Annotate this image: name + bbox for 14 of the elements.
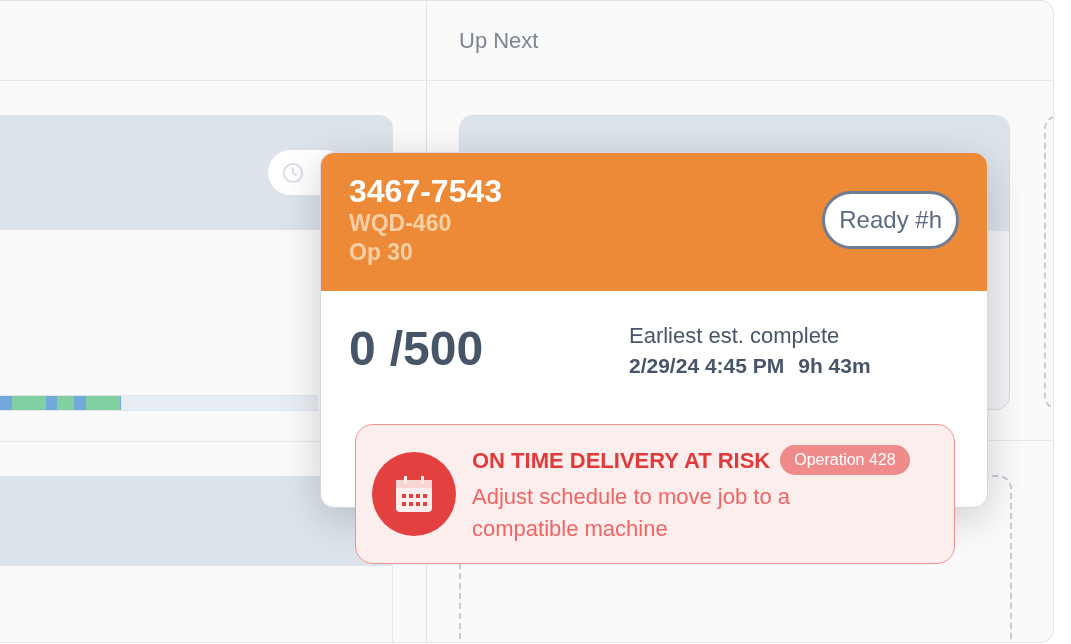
status-badge: Ready #h (822, 191, 959, 249)
quantity-done: 0 (349, 321, 376, 377)
estimate-date: 2/29/24 4:45 PM (629, 353, 785, 379)
part-number: WQD-460 (349, 209, 453, 238)
operation-tag: Operation 428 (780, 445, 910, 475)
column-title: Up Next (459, 27, 539, 55)
quantity-total: /500 (389, 321, 484, 377)
estimate-duration: 9h 43m (798, 353, 871, 379)
operation-label: Op 30 (349, 238, 414, 267)
job-number: 3467-7543 (349, 173, 503, 209)
clock-icon (282, 161, 304, 184)
estimate-label: Earliest est. complete (629, 322, 841, 350)
alert-message: Adjust schedule to move job to a compatible machine (472, 482, 791, 543)
alert-title: ON TIME DELIVERY AT RISK (472, 446, 771, 475)
